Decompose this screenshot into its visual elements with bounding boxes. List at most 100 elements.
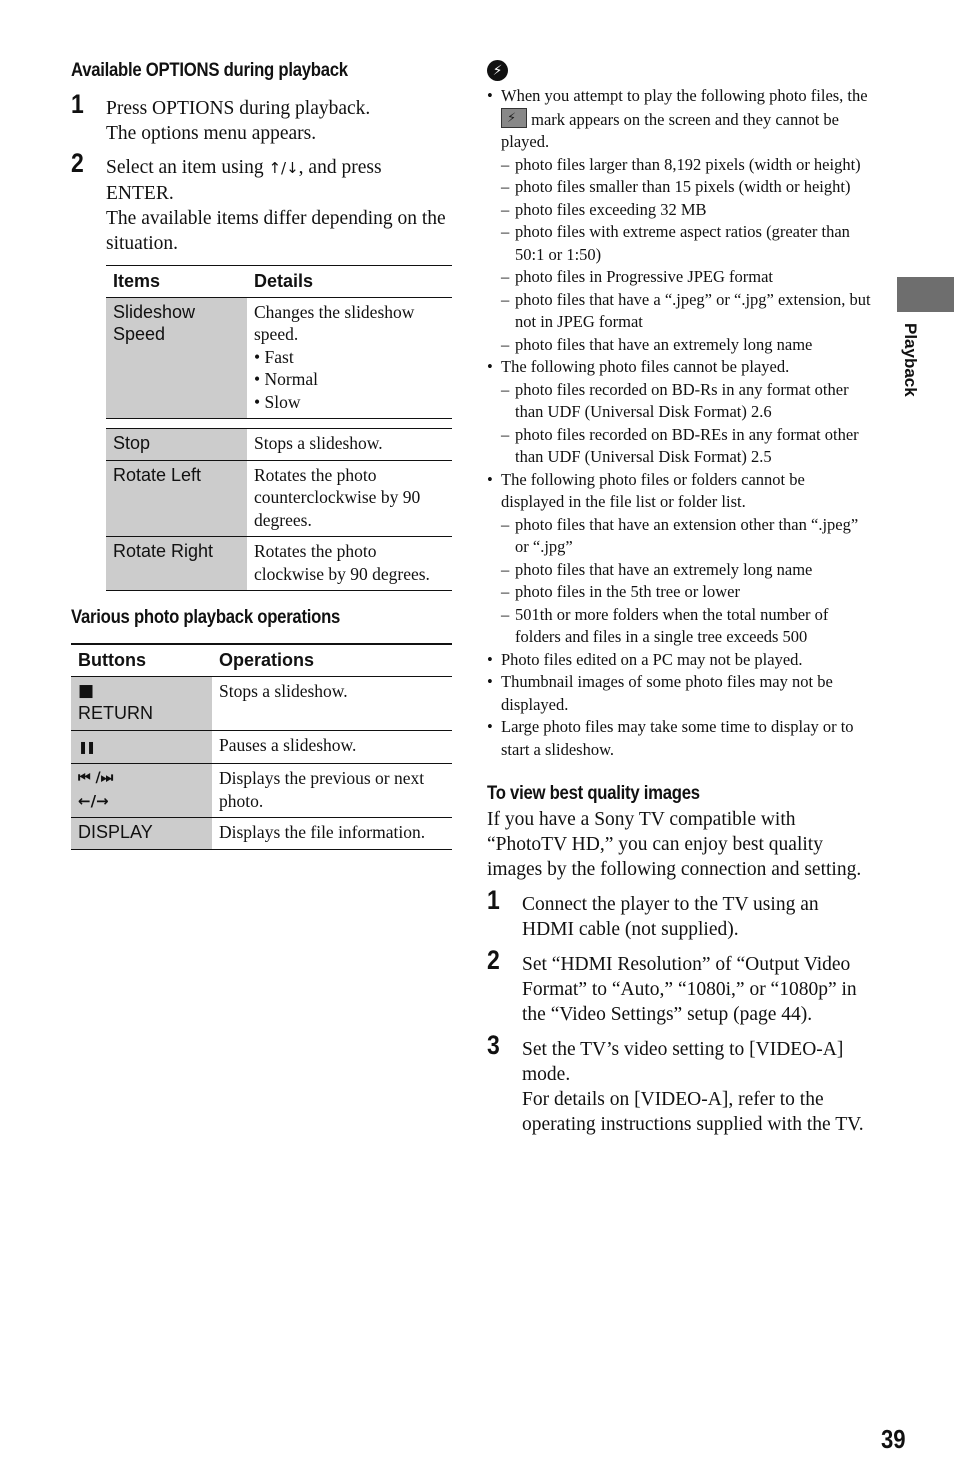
table-header: Items Details [106, 265, 452, 298]
step-1: 1 Press OPTIONS during playback. The opt… [71, 91, 453, 146]
operation-text: Stops a slideshow. [212, 676, 452, 731]
step-text: The options menu appears. [106, 123, 317, 144]
operations-heading: Various photo playback operations [71, 607, 341, 628]
step-text: Set “HDMI Resolution” of “Output Video F… [522, 954, 857, 1025]
left-right-arrow-icon: ←/→ [78, 791, 109, 810]
header-items: Items [106, 265, 247, 298]
prev-next-icon: ⏮ /⏭ [78, 770, 114, 786]
sub-item: photo files in the 5th tree or lower [501, 581, 872, 604]
operation-text: Pauses a slideshow. [212, 730, 452, 764]
right-column: ⚡ When you attempt to play the following… [487, 60, 872, 1137]
step-number: 1 [71, 89, 84, 119]
step-text: Press OPTIONS during playback. [106, 98, 371, 119]
step-2: 2 Select an item using ↑/↓, and press EN… [71, 150, 453, 256]
operation-text: Displays the previous or next photo. [212, 763, 452, 818]
section-tab [897, 277, 954, 312]
item-name: Rotate Left [106, 460, 247, 537]
step-number: 2 [71, 148, 84, 178]
detail-text: Changes the slideshow speed. [254, 301, 415, 345]
note-item: When you attempt to play the following p… [487, 85, 872, 356]
button-label: RETURN [78, 703, 153, 723]
table-row: ❚❚ Pauses a slideshow. [71, 730, 452, 764]
button-label: DISPLAY [71, 817, 212, 850]
step-text: Set the TV’s video setting to [VIDEO-A] … [522, 1039, 844, 1085]
button-cell: ❚❚ [71, 730, 212, 764]
header-details: Details [247, 265, 452, 298]
note-item: Thumbnail images of some photo files may… [487, 671, 872, 716]
table-row: Rotate Right Rotates the photo clockwise… [106, 536, 452, 591]
stop-icon: ■ [78, 680, 95, 701]
sub-list: photo files recorded on BD-Rs in any for… [501, 379, 872, 469]
sub-item: photo files that have an extremely long … [501, 559, 872, 582]
step-number: 2 [487, 945, 500, 975]
header-buttons: Buttons [71, 643, 212, 677]
quality-step-1: 1 Connect the player to the TV using an … [487, 887, 872, 942]
table-row: DISPLAY Displays the file information. [71, 817, 452, 850]
speed-option: • Fast [254, 346, 294, 367]
note-lightning-icon: ⚡ [487, 60, 508, 81]
option-text: Normal [264, 369, 318, 389]
pause-icon: ❚❚ [78, 739, 96, 754]
option-text: Fast [264, 346, 294, 367]
note-text: mark appears on the screen and they cann… [501, 109, 839, 152]
options-heading: Available OPTIONS during playback [71, 60, 348, 81]
quality-intro: If you have a Sony TV compatible with “P… [487, 809, 862, 880]
button-cell: ⏮ /⏭ ←/→ [71, 763, 212, 818]
note-text: The following photo files or folders can… [501, 469, 805, 512]
gap [106, 418, 247, 429]
note-item: Large photo files may take some time to … [487, 716, 872, 761]
item-detail: Changes the slideshow speed. • Fast • No… [247, 297, 452, 419]
note-text: The following photo files cannot be play… [501, 357, 790, 376]
note-item: The following photo files or folders can… [487, 469, 872, 649]
header-operations: Operations [212, 643, 452, 677]
sub-item: photo files smaller than 15 pixels (widt… [501, 176, 872, 199]
item-name: Rotate Right [106, 536, 247, 591]
operation-text: Displays the file information. [212, 817, 452, 850]
sub-list: photo files larger than 8,192 pixels (wi… [501, 154, 872, 357]
quality-step-3: 3 Set the TV’s video setting to [VIDEO-A… [487, 1032, 872, 1137]
button-cell: ■ RETURN [71, 676, 212, 731]
operations-table: Buttons Operations ■ RETURN Stops a slid… [71, 643, 452, 850]
speed-option: • Slow [254, 391, 301, 412]
step-number: 3 [487, 1030, 500, 1060]
step-text: Select an item using ↑/↓, and press ENTE… [106, 155, 453, 206]
table-row: ■ RETURN Stops a slideshow. [71, 676, 452, 731]
section-tab-label: Playback [901, 323, 920, 397]
sub-item: photo files larger than 8,192 pixels (wi… [501, 154, 872, 177]
sub-item: photo files that have an extremely long … [501, 334, 872, 357]
speed-option: • Normal [254, 369, 318, 389]
step-number: 1 [487, 885, 500, 915]
item-detail: Rotates the photo counterclockwise by 90… [247, 460, 452, 537]
quality-step-2: 2 Set “HDMI Resolution” of “Output Video… [487, 947, 872, 1027]
table-row: Stop Stops a slideshow. [106, 428, 452, 461]
table-row: Slideshow Speed Changes the slideshow sp… [106, 297, 452, 419]
gap [247, 418, 452, 429]
note-item: Photo files edited on a PC may not be pl… [487, 649, 872, 672]
page-number: 39 [881, 1424, 906, 1454]
step-text: Connect the player to the TV using an HD… [522, 894, 819, 940]
up-down-arrow-icon: ↑/↓ [268, 159, 299, 177]
note-item: The following photo files cannot be play… [487, 356, 872, 469]
notes-list: When you attempt to play the following p… [487, 85, 872, 761]
table-header: Buttons Operations [71, 643, 452, 677]
step-text: For details on [VIDEO-A], refer to the o… [522, 1089, 864, 1135]
step-text: The available items differ depending on … [106, 208, 446, 254]
sub-item: photo files in Progressive JPEG format [501, 266, 872, 289]
table-row: Rotate Left Rotates the photo counterclo… [106, 460, 452, 537]
item-name: Slideshow Speed [106, 297, 247, 419]
table-row: ⏮ /⏭ ←/→ Displays the previous or next p… [71, 763, 452, 818]
table-gap [106, 418, 452, 429]
item-name: Stop [106, 428, 247, 461]
sub-item: photo files with extreme aspect ratios (… [501, 221, 872, 266]
options-table: Items Details Slideshow Speed Changes th… [106, 265, 452, 591]
unplayable-file-icon [501, 107, 527, 130]
sub-item: photo files recorded on BD-Rs in any for… [501, 379, 872, 424]
sub-item: photo files that have a “.jpeg” or “.jpg… [501, 289, 872, 334]
item-detail: Stops a slideshow. [247, 428, 452, 461]
item-detail: Rotates the photo clockwise by 90 degree… [247, 536, 452, 591]
quality-heading: To view best quality images [487, 783, 700, 804]
sub-item: photo files recorded on BD-REs in any fo… [501, 424, 872, 469]
sub-item: 501th or more folders when the total num… [501, 604, 872, 649]
sub-list: photo files that have an extension other… [501, 514, 872, 649]
left-column: Available OPTIONS during playback 1 Pres… [71, 60, 453, 850]
